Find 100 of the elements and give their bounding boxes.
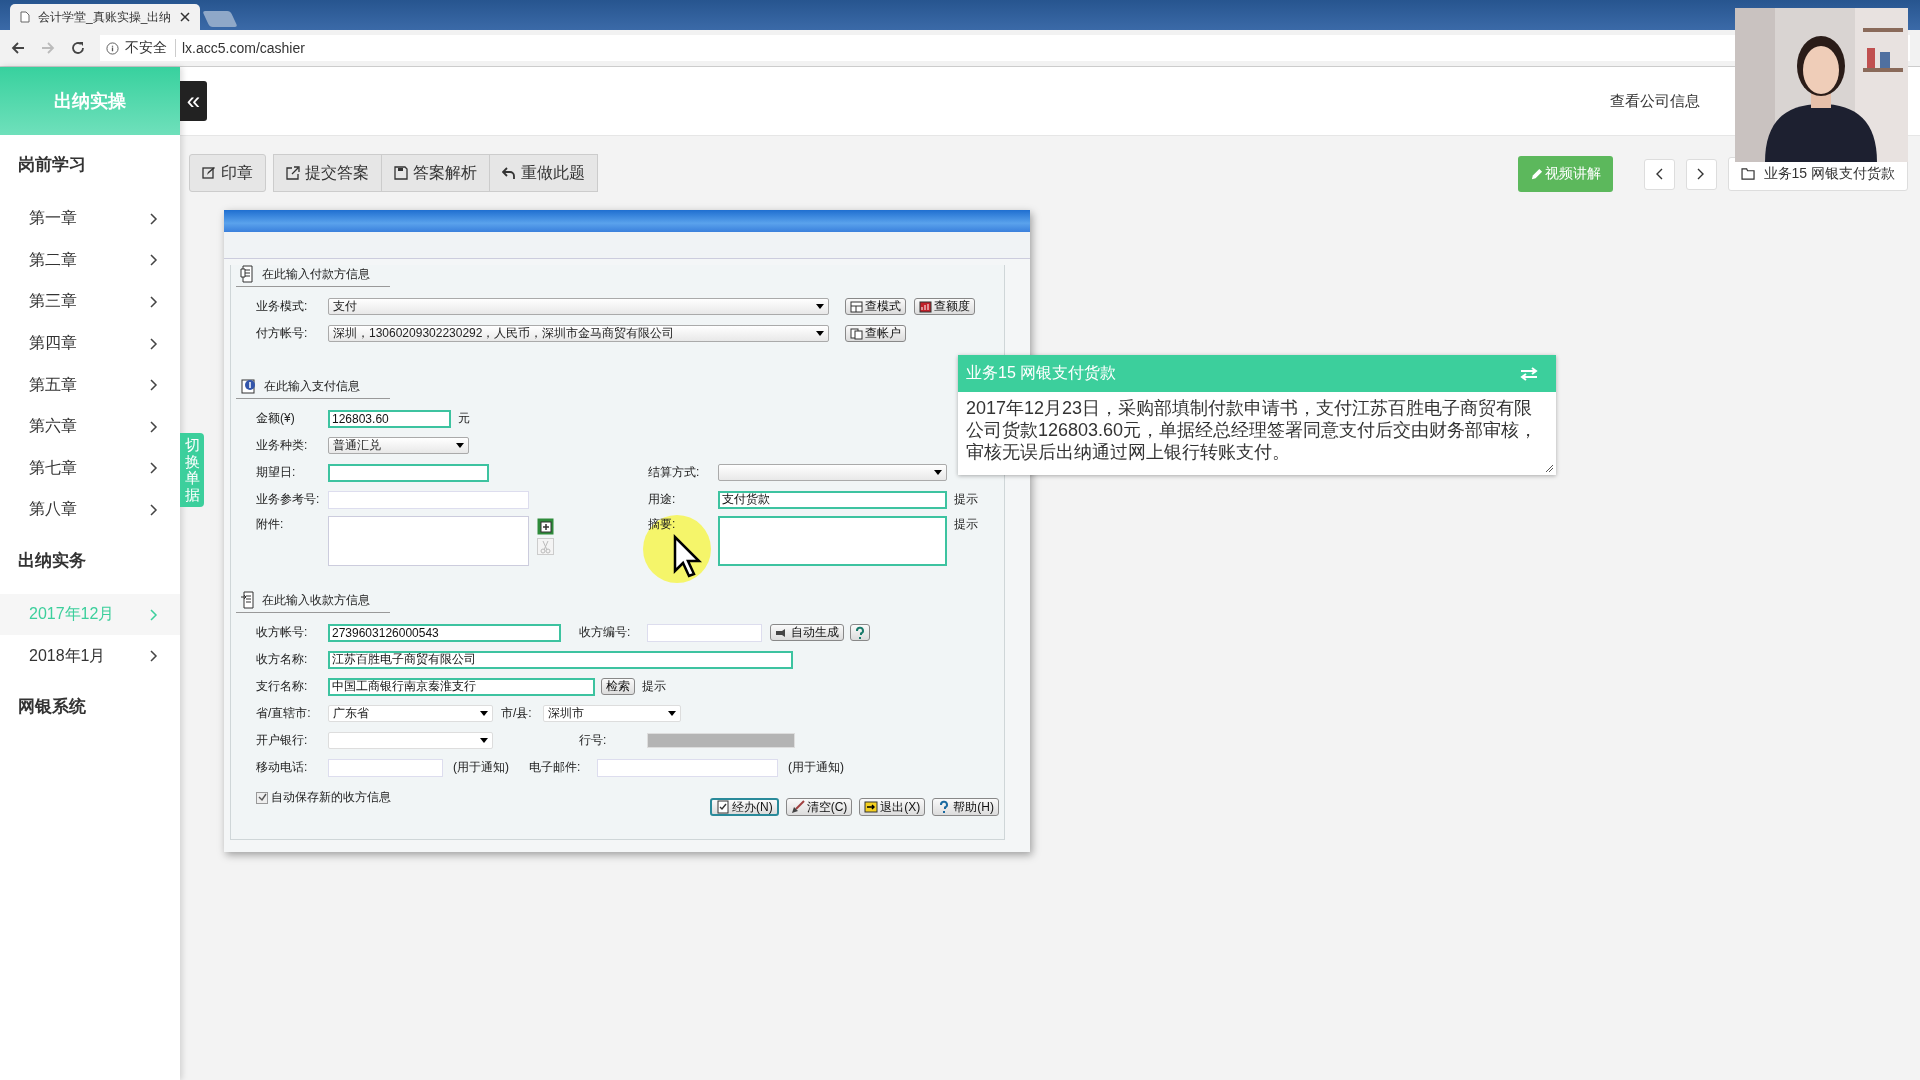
- reload-icon[interactable]: [70, 40, 86, 56]
- province-select[interactable]: 广东省: [328, 705, 493, 722]
- chevron-right-icon: [150, 296, 158, 308]
- field-label: 开户银行:: [256, 732, 309, 749]
- sidebar-item[interactable]: 第二章: [0, 239, 180, 282]
- auto-generate-button[interactable]: 自动生成: [770, 624, 844, 641]
- chevron-right-icon: [150, 420, 158, 433]
- field-label: 行号:: [579, 732, 608, 749]
- address-bar[interactable]: 不安全 lx.acc5.com/cashier: [100, 35, 1910, 61]
- url-text: lx.acc5.com/cashier: [182, 40, 305, 56]
- sidebar-item[interactable]: 2018年1月: [0, 635, 180, 677]
- type-select[interactable]: 普通汇兑: [328, 437, 469, 454]
- field-label: 业务种类:: [256, 437, 309, 454]
- back-icon[interactable]: [10, 40, 26, 56]
- mode-select[interactable]: 支付: [328, 298, 829, 315]
- settlement-select[interactable]: [718, 464, 947, 481]
- chevron-right-icon: [150, 650, 158, 663]
- previous-button[interactable]: [1643, 158, 1675, 190]
- field-label: 市/县:: [501, 705, 533, 722]
- dropdown-arrow-icon: [456, 443, 464, 448]
- field-label: 移动电话:: [256, 759, 309, 776]
- field-label: 期望日:: [256, 464, 297, 481]
- grid-icon: [850, 300, 863, 313]
- chevron-right-icon: [150, 254, 158, 267]
- sidebar-item[interactable]: 第三章: [0, 281, 180, 323]
- toolbar-button[interactable]: 印章: [189, 154, 266, 192]
- query-account-button[interactable]: 查帐户: [845, 325, 906, 342]
- summary-field[interactable]: [718, 516, 947, 566]
- edit-icon: [202, 166, 216, 180]
- dropdown-arrow-icon: [934, 470, 942, 475]
- phone-field[interactable]: [328, 758, 443, 777]
- sidebar-heading: 岗前学习: [17, 154, 87, 176]
- sidebar-heading: 网银系统: [17, 695, 87, 718]
- attachment-field[interactable]: [328, 516, 529, 566]
- browser-tab[interactable]: 会计学堂_真账实操_出纳: [10, 4, 200, 30]
- city-select[interactable]: 深圳市: [543, 705, 681, 722]
- field-label: 省/直辖市:: [256, 705, 312, 722]
- reference-field[interactable]: [328, 490, 529, 509]
- tab-title: 会计学堂_真账实操_出纳: [38, 8, 172, 26]
- sidebar-item[interactable]: 第八章: [0, 489, 180, 531]
- checkbox[interactable]: [256, 791, 268, 804]
- chevron-right-icon: [1697, 168, 1706, 180]
- forward-icon[interactable]: [40, 40, 56, 56]
- bank-select[interactable]: [328, 732, 493, 749]
- sidebar-item[interactable]: 第五章: [0, 364, 180, 406]
- field-label: 支行名称:: [256, 678, 309, 695]
- action-button[interactable]: 经办(N): [710, 798, 779, 816]
- field-label: 电子邮件:: [529, 759, 582, 776]
- resize-grip-icon[interactable]: [1546, 465, 1553, 472]
- exit-icon: [864, 800, 879, 814]
- sidebar-item[interactable]: 第七章: [0, 447, 180, 490]
- checkbox-label: 自动保存新的收方信息: [271, 789, 391, 806]
- chevron-left-icon: [1655, 168, 1664, 180]
- search-button[interactable]: 检索: [601, 678, 635, 695]
- field-label: 结算方式:: [648, 464, 701, 481]
- field-label: 用途:: [648, 491, 677, 508]
- section-heading: 在此输入支付信息: [264, 377, 360, 395]
- note-label: (用于通知): [788, 759, 844, 776]
- field-label: 金额(¥): [256, 410, 296, 427]
- sidebar-item[interactable]: 第四章: [0, 322, 180, 365]
- collapse-button[interactable]: «: [180, 81, 207, 121]
- add-file-icon[interactable]: [537, 518, 554, 535]
- sidebar-item[interactable]: 第六章: [0, 405, 180, 448]
- branch-field[interactable]: 中国工商银行南京秦淮支行: [328, 677, 595, 696]
- section-heading: 在此输入收款方信息: [262, 591, 370, 609]
- sidebar-item[interactable]: 第一章: [0, 198, 180, 240]
- payee-code-field[interactable]: [647, 623, 762, 642]
- dropdown-arrow-icon: [480, 738, 488, 743]
- payee-account-field[interactable]: 2739603126000543: [328, 623, 561, 642]
- close-icon[interactable]: [180, 12, 190, 22]
- action-button[interactable]: 退出(X): [859, 798, 926, 816]
- copy-icon: [850, 327, 863, 340]
- hint-label: 提示: [642, 678, 666, 695]
- new-tab-button[interactable]: [202, 11, 238, 27]
- section-heading: 在此输入付款方信息: [262, 265, 370, 283]
- action-button[interactable]: 帮助(H): [932, 798, 999, 816]
- company-info-link[interactable]: 查看公司信息: [1610, 91, 1700, 111]
- next-button[interactable]: [1685, 158, 1717, 190]
- info-icon[interactable]: [106, 41, 119, 55]
- dropdown-arrow-icon: [816, 331, 824, 336]
- query-limit-button[interactable]: 查额度: [914, 298, 975, 315]
- date-field[interactable]: [328, 463, 489, 482]
- dropdown-arrow-icon: [668, 711, 676, 716]
- brush-icon: [790, 800, 805, 814]
- toolbar-button[interactable]: 重做此题: [489, 154, 598, 192]
- query-mode-button[interactable]: 查模式: [845, 298, 906, 315]
- action-button[interactable]: 清空(C): [785, 798, 853, 816]
- mouse-cursor-icon: [641, 515, 713, 583]
- purpose-field[interactable]: 支付货款: [718, 490, 947, 509]
- toolbar-button[interactable]: 答案解析: [381, 154, 490, 192]
- swap-icon[interactable]: [1520, 366, 1538, 381]
- dropdown-arrow-icon: [480, 711, 488, 716]
- email-field[interactable]: [597, 758, 778, 777]
- field-label: 附件:: [256, 516, 285, 533]
- payee-name-field[interactable]: 江苏百胜电子商贸有限公司: [328, 650, 793, 669]
- amount-field[interactable]: 126803.60: [328, 409, 451, 428]
- document-icon: [240, 377, 258, 395]
- toolbar-button[interactable]: 提交答案: [273, 154, 382, 192]
- account-select[interactable]: 深圳，13060209302230292，人民币，深圳市金马商贸有限公司: [328, 325, 829, 342]
- help-button[interactable]: [850, 624, 870, 641]
